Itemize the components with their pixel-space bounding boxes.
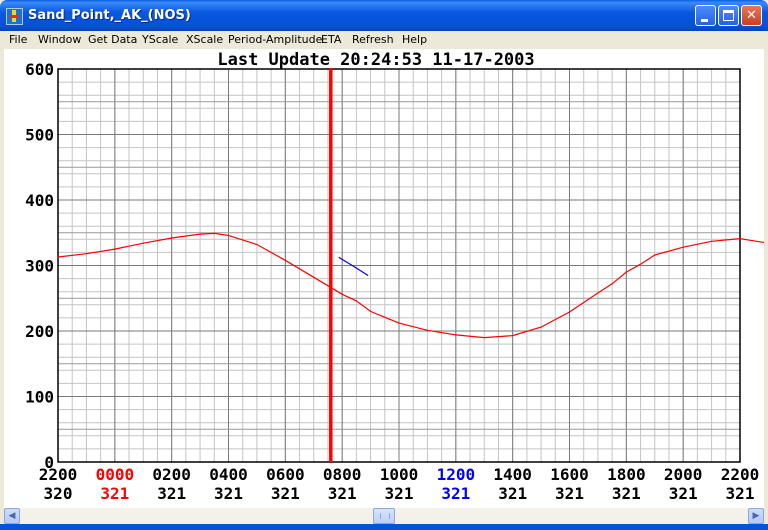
x-day-label: 321 bbox=[612, 484, 641, 503]
data-point bbox=[142, 242, 144, 244]
x-day-label: 321 bbox=[271, 484, 300, 503]
window-bottom-border bbox=[0, 524, 768, 530]
menu-bar: File Window Get Data YScale XScale Perio… bbox=[4, 31, 764, 49]
minimize-button[interactable] bbox=[695, 5, 716, 26]
x-tick-label: 1400 bbox=[493, 465, 532, 484]
y-tick-label: 100 bbox=[25, 388, 54, 407]
data-point bbox=[367, 274, 369, 276]
title-bar[interactable]: Sand_Point,_AK_(NOS) bbox=[0, 0, 768, 31]
menu-refresh[interactable]: Refresh bbox=[352, 33, 394, 46]
x-day-label: 321 bbox=[441, 484, 470, 503]
y-tick-label: 600 bbox=[25, 60, 54, 79]
menu-help[interactable]: Help bbox=[402, 33, 427, 46]
data-point bbox=[739, 238, 741, 240]
x-day-label: 321 bbox=[328, 484, 357, 503]
x-tick-label: 2200 bbox=[39, 465, 78, 484]
data-point bbox=[682, 246, 684, 248]
data-point bbox=[352, 265, 355, 267]
maximize-button[interactable] bbox=[718, 5, 739, 26]
x-tick-label: 1800 bbox=[607, 465, 646, 484]
menu-window[interactable]: Window bbox=[38, 33, 81, 46]
data-point bbox=[639, 263, 642, 265]
chart-title: Last Update 20:24:53 11-17-2003 bbox=[217, 50, 534, 70]
menu-eta[interactable]: ETA bbox=[321, 33, 341, 46]
data-point bbox=[171, 237, 173, 239]
data-point bbox=[369, 310, 372, 312]
x-tick-label: 0400 bbox=[209, 465, 248, 484]
x-tick-label: 0000 bbox=[96, 465, 135, 484]
menu-period-amplitude[interactable]: Period-Amplitude bbox=[228, 33, 322, 46]
x-day-label: 321 bbox=[100, 484, 129, 503]
menu-file[interactable]: File bbox=[9, 33, 27, 46]
tide-chart: Last Update 20:24:53 11-17-2003010020030… bbox=[25, 50, 764, 503]
data-point bbox=[398, 322, 400, 324]
data-point bbox=[512, 334, 514, 337]
data-point bbox=[568, 311, 571, 313]
data-point bbox=[710, 240, 713, 242]
data-point bbox=[227, 234, 230, 236]
x-day-label: 321 bbox=[498, 484, 527, 503]
data-point bbox=[85, 253, 88, 255]
x-tick-label: 1000 bbox=[380, 465, 419, 484]
application-window: Sand_Point,_AK_(NOS) File Window Get Dat… bbox=[0, 0, 768, 530]
x-day-label: 320 bbox=[44, 484, 73, 503]
y-tick-label: 400 bbox=[25, 191, 54, 210]
menu-xscale[interactable]: XScale bbox=[186, 33, 223, 46]
data-point bbox=[355, 300, 357, 302]
x-day-label: 321 bbox=[669, 484, 698, 503]
y-tick-label: 200 bbox=[25, 322, 54, 341]
x-day-label: 321 bbox=[385, 484, 414, 503]
scroll-right-arrow-icon[interactable]: ▶ bbox=[748, 508, 764, 524]
data-point bbox=[540, 326, 542, 328]
data-point bbox=[625, 271, 627, 273]
data-point bbox=[213, 232, 215, 235]
y-tick-label: 500 bbox=[25, 126, 54, 145]
data-point bbox=[256, 243, 258, 246]
data-point bbox=[483, 336, 485, 339]
x-tick-label: 1200 bbox=[437, 465, 476, 484]
close-button[interactable] bbox=[741, 5, 762, 26]
data-point bbox=[313, 276, 315, 278]
x-tick-label: 0800 bbox=[323, 465, 362, 484]
data-point bbox=[284, 259, 286, 261]
window-title: Sand_Point,_AK_(NOS) bbox=[28, 8, 191, 23]
scroll-left-arrow-icon[interactable]: ◀ bbox=[4, 508, 20, 524]
data-point bbox=[199, 233, 201, 235]
plot-area: Last Update 20:24:53 11-17-2003 0 100 200 30… bbox=[4, 49, 764, 507]
data-point bbox=[341, 293, 343, 295]
data-point bbox=[597, 292, 599, 294]
scroll-thumb[interactable] bbox=[373, 508, 395, 524]
x-day-label: 321 bbox=[726, 484, 755, 503]
data-point bbox=[114, 248, 116, 250]
data-point bbox=[57, 256, 59, 258]
x-tick-label: 2000 bbox=[664, 465, 703, 484]
x-day-label: 321 bbox=[555, 484, 584, 503]
data-point bbox=[455, 334, 457, 336]
menu-yscale[interactable]: YScale bbox=[142, 33, 178, 46]
data-point bbox=[611, 283, 613, 285]
menu-get-data[interactable]: Get Data bbox=[88, 33, 137, 46]
data-point bbox=[338, 257, 340, 259]
x-day-label: 321 bbox=[214, 484, 243, 503]
app-icon[interactable] bbox=[6, 8, 23, 25]
x-tick-label: 2200 bbox=[721, 465, 760, 484]
data-point bbox=[654, 254, 656, 256]
x-tick-label: 0600 bbox=[266, 465, 305, 484]
y-tick-label: 300 bbox=[25, 257, 54, 276]
horizontal-scrollbar[interactable]: ◀ ▶ bbox=[4, 507, 764, 525]
x-tick-label: 0200 bbox=[152, 465, 191, 484]
observed-series-line bbox=[654, 237, 764, 256]
x-day-label: 321 bbox=[157, 484, 186, 503]
x-tick-label: 1600 bbox=[550, 465, 589, 484]
data-point bbox=[426, 329, 429, 331]
